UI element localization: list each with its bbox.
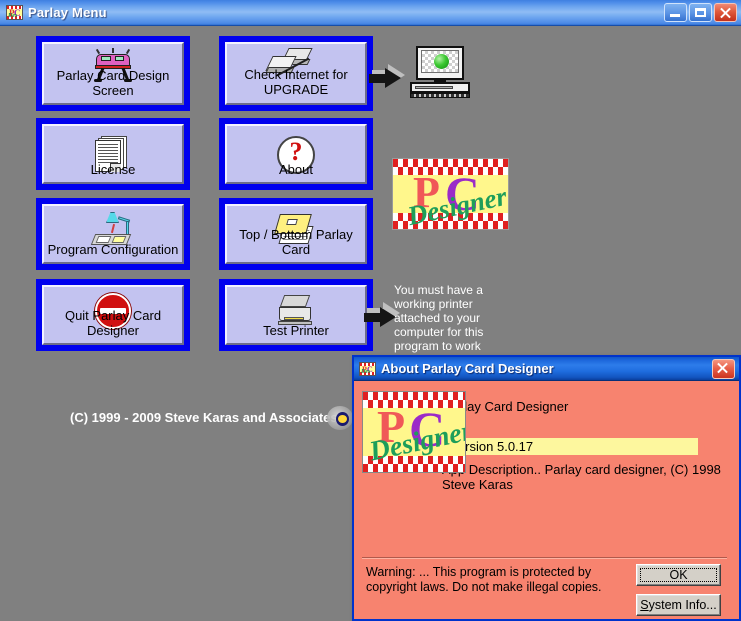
about-dialog-title: About Parlay Card Designer <box>381 361 554 376</box>
button-test-printer[interactable]: Test Printer <box>219 279 373 351</box>
main-window-title: Parlay Menu <box>28 5 107 20</box>
button-quit-parlay-card-designer[interactable]: Quit Parlay Card Designer <box>36 279 190 351</box>
focus-ring <box>640 568 717 582</box>
pc-designer-logo-icon: P C Des <box>6 5 23 20</box>
button-top-bottom-parlay-card[interactable]: Top / Bottom Parlay Card <box>219 198 373 270</box>
button-label: Parlay Card Design Screen <box>56 68 170 98</box>
globe-icon <box>327 402 355 434</box>
computer-monitor-icon <box>410 46 476 100</box>
button-license[interactable]: License <box>36 118 190 190</box>
copyright-text: (C) 1999 - 2009 Steve Karas and Associat… <box>70 410 338 425</box>
about-close-button[interactable] <box>712 358 735 379</box>
pc-designer-logo: P C Designer <box>362 391 466 473</box>
button-program-configuration[interactable]: Program Configuration <box>36 198 190 270</box>
about-dialog-body: Parlay Card Designer Version 5.0.17 App … <box>354 381 739 621</box>
button-parlay-card-design-screen[interactable]: Parlay Card Design Screen <box>36 36 190 111</box>
window-controls <box>664 3 737 22</box>
printer-requirement-note: You must have a working printer attached… <box>394 283 484 353</box>
arrow-to-computer-dark <box>369 68 403 90</box>
button-label: Test Printer <box>263 323 329 338</box>
about-description: App Description.. Parlay card designer, … <box>442 462 721 492</box>
button-label: Quit Parlay Card Designer <box>64 308 162 338</box>
maximize-button[interactable] <box>689 3 712 22</box>
ok-button[interactable]: OK <box>636 564 721 586</box>
about-dialog-titlebar: P C Des About Parlay Card Designer <box>354 357 739 381</box>
pc-designer-logo-icon: P C Des <box>359 361 376 376</box>
divider <box>362 557 727 559</box>
close-button[interactable] <box>714 3 737 22</box>
system-info-accelerator: S <box>640 598 649 612</box>
button-check-internet-for-upgrade[interactable]: Check Internet for UPGRADE <box>219 36 373 111</box>
button-label: Top / Bottom Parlay Card <box>239 227 353 257</box>
button-label: License <box>90 162 136 177</box>
system-info-label: ystem Info... <box>648 598 717 612</box>
minimize-button[interactable] <box>664 3 687 22</box>
button-label: About <box>279 162 313 177</box>
system-info-button[interactable]: System Info... <box>636 594 721 616</box>
button-about[interactable]: ? About <box>219 118 373 190</box>
arrow-to-printer-note-dark <box>364 307 398 329</box>
about-warning-text: Warning: ... This program is protected b… <box>366 565 602 594</box>
button-label: Check Internet for UPGRADE <box>244 67 348 97</box>
about-dialog: P C Des About Parlay Card Designer Parlay … <box>352 355 741 621</box>
main-window-titlebar: P C Des Parlay Menu <box>0 0 741 26</box>
pc-designer-logo: P C Designer <box>392 158 509 230</box>
button-label: Program Configuration <box>47 242 179 257</box>
